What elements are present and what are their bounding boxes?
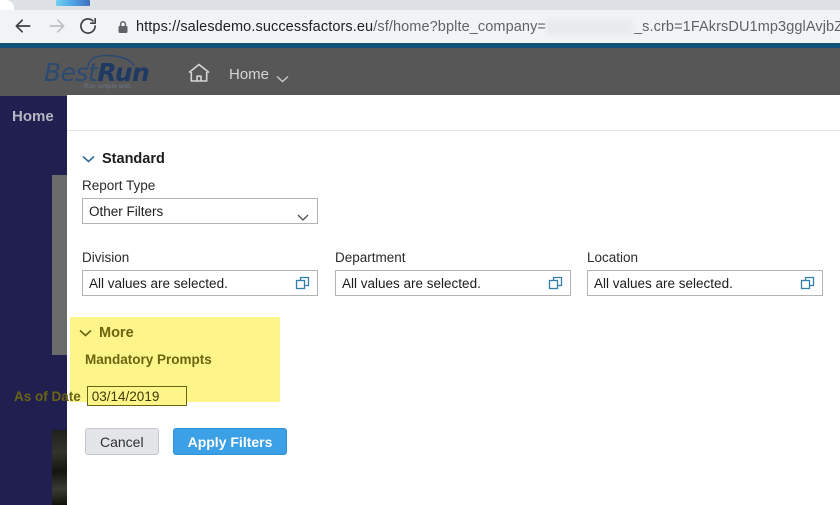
section-header-more[interactable]: More: [79, 324, 134, 342]
as-of-date-label: As of Date: [14, 388, 81, 404]
address-bar[interactable]: https://salesdemo.successfactors.eu/sf/h…: [110, 14, 840, 40]
field-label-department: Department: [335, 250, 406, 265]
field-division: Division All values are selected.: [82, 250, 318, 296]
logo-tagline: Run simple with: [84, 84, 131, 90]
chevron-down-icon[interactable]: [79, 324, 92, 342]
department-input[interactable]: All values are selected.: [335, 270, 571, 296]
as-of-date-row: As of Date 03/14/2019: [14, 386, 187, 406]
chevron-down-icon[interactable]: [297, 208, 309, 226]
back-button[interactable]: [8, 10, 38, 42]
field-label-location: Location: [587, 250, 639, 265]
location-input[interactable]: All values are selected.: [587, 270, 823, 296]
section-title-more: More: [99, 325, 134, 341]
logo-run-text: Run: [97, 58, 150, 87]
forward-button[interactable]: [42, 10, 72, 42]
url-suffix: _s.crb=1FAkrsDU1mp3gglAvjbZQ9: [634, 19, 840, 35]
field-report-type: Report Type Other Filters: [82, 178, 318, 224]
arrow-left-icon: [13, 16, 33, 36]
field-department: Department All values are selected.: [335, 250, 571, 296]
section-header-standard[interactable]: Standard: [82, 150, 165, 168]
division-value: All values are selected.: [89, 275, 228, 291]
tab-favicon-icon: [56, 0, 90, 6]
cancel-button[interactable]: Cancel: [85, 428, 159, 455]
url-path: /sf/home?bplte_company=: [373, 19, 547, 35]
url-text: https://salesdemo.successfactors.eu/sf/h…: [136, 19, 840, 35]
lock-icon: [110, 20, 136, 34]
value-help-icon[interactable]: [295, 276, 311, 292]
url-prefix: https://salesdemo.successfactors.eu: [136, 19, 374, 35]
field-location: Location All values are selected.: [587, 250, 823, 296]
report-type-select[interactable]: Other Filters: [82, 198, 318, 224]
as-of-date-input[interactable]: 03/14/2019: [86, 386, 187, 406]
sidebar-item-home[interactable]: Home: [12, 108, 54, 125]
location-value: All values are selected.: [594, 275, 733, 291]
section-title-standard: Standard: [102, 151, 165, 167]
filter-dialog: Standard Report Type Other Filters Divis…: [67, 95, 840, 505]
report-type-value: Other Filters: [89, 203, 164, 219]
value-help-icon[interactable]: [548, 276, 564, 292]
dialog-button-row: Cancel Apply Filters: [85, 428, 288, 455]
url-redacted-segment: [547, 19, 634, 35]
browser-tab[interactable]: [0, 0, 14, 10]
value-help-icon[interactable]: [800, 276, 816, 292]
arrow-right-icon: [47, 16, 67, 36]
apply-filters-button[interactable]: Apply Filters: [172, 428, 288, 455]
home-icon[interactable]: [186, 62, 212, 84]
reload-button[interactable]: [73, 10, 103, 42]
chevron-down-icon[interactable]: [276, 70, 289, 88]
tab-strip: [0, 0, 840, 10]
division-input[interactable]: All values are selected.: [82, 270, 318, 296]
chevron-down-icon[interactable]: [82, 150, 95, 168]
background-photo: [52, 430, 68, 505]
field-label-division: Division: [82, 250, 130, 265]
browser-window: https://salesdemo.successfactors.eu/sf/h…: [0, 0, 840, 505]
department-value: All values are selected.: [342, 275, 481, 291]
as-of-date-value: 03/14/2019: [91, 388, 160, 404]
dialog-divider: [67, 130, 840, 131]
bestrun-logo[interactable]: BestRun Run simple with: [44, 54, 150, 92]
reload-icon: [78, 16, 98, 36]
field-label-report-type: Report Type: [82, 178, 156, 193]
logo-wordmark: BestRun: [44, 58, 150, 87]
nav-item-home[interactable]: Home: [229, 66, 269, 83]
background-panel: [52, 175, 68, 355]
logo-best-text: Best: [44, 58, 98, 87]
mandatory-prompts-label: Mandatory Prompts: [85, 352, 212, 367]
